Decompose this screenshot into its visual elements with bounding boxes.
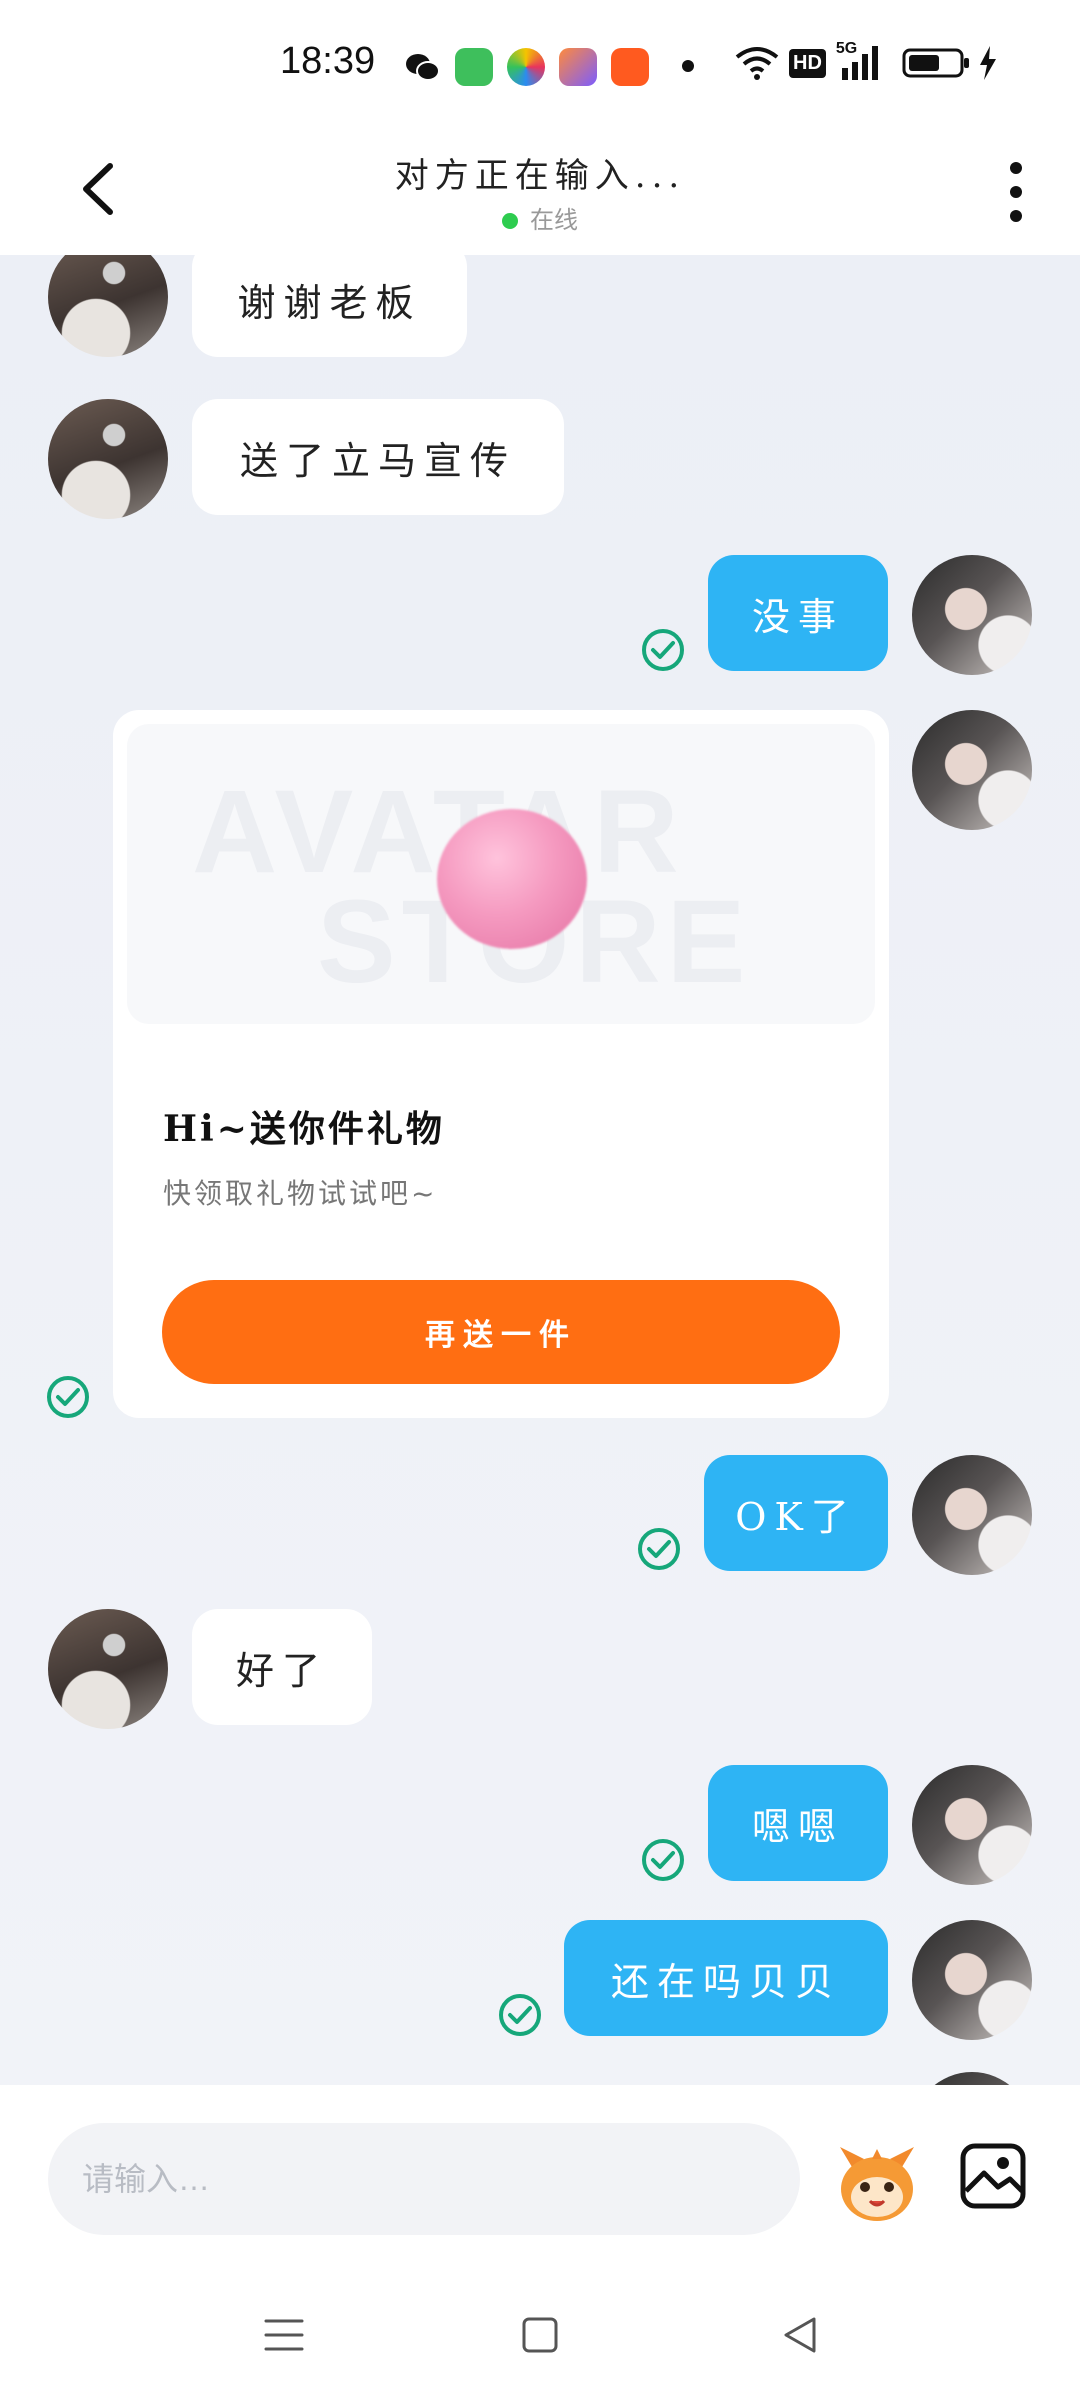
message-text: 送了立马宣传 xyxy=(239,438,516,483)
battery-icon xyxy=(902,48,969,78)
read-check-icon xyxy=(638,1528,680,1570)
send-another-gift-label: 再送一件 xyxy=(425,1318,577,1353)
typing-status-title: 对方正在输入... xyxy=(394,156,686,196)
image-icon xyxy=(960,2143,1026,2209)
message-list[interactable]: 谢谢老板 送了立马宣传 没事 AVATAR STORE Hi~送你件礼物 快领取… xyxy=(0,255,1080,2085)
gift-card[interactable]: AVATAR STORE Hi~送你件礼物 快领取礼物试试吧~ 再送一件 xyxy=(113,710,889,1418)
message-text: 好了 xyxy=(235,1648,328,1693)
sticker-button[interactable] xyxy=(832,2137,922,2227)
mascot-sticker-icon xyxy=(840,2147,914,2221)
message-text: 嗯嗯 xyxy=(751,1804,844,1849)
back-nav-button[interactable] xyxy=(770,2305,830,2365)
pink-ball-gift xyxy=(437,809,587,949)
contact-avatar[interactable] xyxy=(48,255,168,357)
message-text: 谢谢老板 xyxy=(237,280,422,325)
read-check-icon xyxy=(642,629,684,671)
more-menu-button[interactable] xyxy=(996,152,1036,232)
app-store-icon xyxy=(455,48,493,86)
contact-avatar[interactable] xyxy=(48,399,168,519)
wechat-icon xyxy=(403,48,441,86)
kwai-icon xyxy=(507,48,545,86)
my-avatar[interactable] xyxy=(912,1920,1032,2040)
outgoing-message[interactable]: OK了 xyxy=(704,1455,888,1571)
incoming-message[interactable]: 送了立马宣传 xyxy=(192,399,564,515)
my-avatar[interactable] xyxy=(912,555,1032,675)
online-label: 在线 xyxy=(530,206,578,234)
charging-icon xyxy=(979,46,996,80)
incoming-message[interactable]: 好了 xyxy=(192,1609,372,1725)
send-another-gift-button[interactable]: 再送一件 xyxy=(162,1280,840,1384)
gift-image: AVATAR STORE xyxy=(127,724,875,1024)
menu-icon xyxy=(264,2319,304,2351)
read-check-icon xyxy=(47,1376,89,1418)
outgoing-message[interactable]: 还在吗贝贝 xyxy=(564,1920,888,2036)
my-avatar[interactable] xyxy=(912,1455,1032,1575)
kuaishou-icon xyxy=(611,48,649,86)
my-avatar[interactable] xyxy=(912,2072,1032,2085)
signal-strength: 5G xyxy=(836,40,888,82)
my-avatar[interactable] xyxy=(912,1765,1032,1885)
status-bar: 18:39 HD 5G xyxy=(0,0,1080,130)
triangle-back-icon xyxy=(784,2317,816,2353)
home-button[interactable] xyxy=(510,2305,570,2365)
online-status: 在线 xyxy=(0,200,1080,235)
message-text: 没事 xyxy=(751,594,844,639)
signal-icon xyxy=(841,46,878,80)
status-indicators: HD 5G xyxy=(735,40,998,82)
gift-card-subtitle: 快领取礼物试试吧~ xyxy=(163,1177,438,1210)
message-text: 还在吗贝贝 xyxy=(610,1959,841,2004)
hd-badge: HD xyxy=(789,48,826,78)
gift-card-title: Hi~送你件礼物 xyxy=(163,1108,445,1150)
outgoing-message[interactable]: 嗯嗯 xyxy=(708,1765,888,1881)
square-icon xyxy=(522,2317,558,2353)
recent-apps-button[interactable] xyxy=(254,2305,314,2365)
image-picker-button[interactable] xyxy=(958,2141,1028,2211)
online-dot xyxy=(502,213,518,229)
system-navigation-bar xyxy=(0,2265,1080,2400)
wifi-icon xyxy=(735,47,779,80)
more-vertical-icon xyxy=(1010,162,1022,222)
read-check-icon xyxy=(499,1994,541,2036)
status-time: 18:39 xyxy=(280,40,376,82)
message-text: OK了 xyxy=(735,1494,857,1539)
composer-bar xyxy=(0,2085,1080,2265)
outgoing-message[interactable]: 没事 xyxy=(708,555,888,671)
shortcut-icon xyxy=(559,48,597,86)
read-check-icon xyxy=(642,1839,684,1881)
notification-dot xyxy=(682,60,694,72)
incoming-message[interactable]: 谢谢老板 xyxy=(192,255,467,357)
my-avatar[interactable] xyxy=(912,710,1032,830)
chat-header: 对方正在输入... 在线 xyxy=(0,130,1080,255)
contact-avatar[interactable] xyxy=(48,1609,168,1729)
message-input[interactable] xyxy=(48,2123,800,2235)
